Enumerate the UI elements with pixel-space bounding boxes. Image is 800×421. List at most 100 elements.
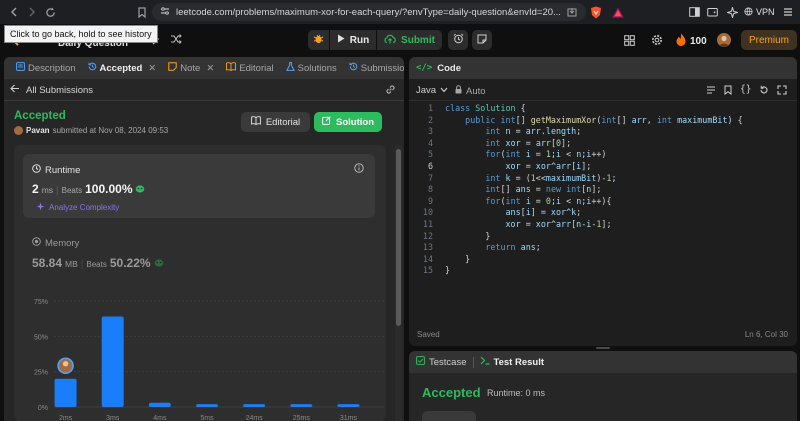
coins-counter[interactable]: 100 — [676, 33, 707, 49]
chart-bar[interactable] — [243, 404, 266, 407]
brave-shield-icon[interactable] — [586, 2, 606, 22]
back-icon[interactable] — [4, 2, 24, 22]
wallet-icon[interactable] — [702, 2, 722, 22]
shuffle-icon[interactable] — [170, 33, 184, 47]
tab-accepted[interactable]: Accepted ✕ — [82, 57, 163, 79]
format-lines-icon[interactable] — [706, 85, 716, 98]
info-icon[interactable] — [354, 163, 364, 176]
brave-rewards-icon[interactable] — [608, 2, 628, 22]
tab-testcase[interactable]: Testcase — [416, 356, 467, 368]
run-button[interactable]: Run — [330, 30, 376, 50]
user-avatar[interactable] — [717, 33, 731, 47]
line-number: 10 — [422, 207, 433, 218]
memory-beats-label: Beats — [86, 260, 107, 269]
chart-bar[interactable] — [148, 402, 171, 407]
editorial-button[interactable]: Editorial — [241, 112, 310, 132]
line-code: int k = (1<<maximumBit)-1; — [485, 172, 617, 183]
all-submissions-link[interactable]: All Submissions — [10, 84, 93, 96]
code-area[interactable]: 1 class Solution {2 public int[] getMaxim… — [409, 103, 797, 283]
tab-solutions[interactable]: Solutions — [280, 57, 343, 79]
left-tab-bar: Description Accepted ✕ Note ✕ Editorial … — [4, 57, 404, 79]
chevron-down-icon — [440, 85, 448, 96]
language-select[interactable]: Java — [416, 85, 448, 96]
testcase-case-pill[interactable] — [422, 411, 476, 421]
reload-icon[interactable] — [40, 2, 60, 22]
runtime-beats: 100.00% — [85, 182, 133, 196]
line-code: int xor = arr[0]; — [485, 137, 572, 148]
edit-pencil-icon — [322, 116, 331, 128]
line-code: for(int i = 1;i < n;i++) — [485, 149, 607, 160]
fullscreen-icon[interactable] — [777, 85, 788, 98]
line-code: } — [445, 253, 471, 264]
debug-button[interactable] — [308, 30, 329, 50]
settings-gear-icon[interactable] — [651, 34, 663, 49]
line-number: 5 — [427, 149, 433, 160]
chart-bar[interactable] — [290, 404, 313, 407]
curly-braces-icon[interactable]: {} — [740, 85, 751, 98]
forward-icon[interactable] — [22, 2, 42, 22]
install-app-icon[interactable] — [562, 2, 582, 22]
scrollbar-thumb[interactable] — [396, 149, 401, 326]
line-number: 1 — [427, 103, 433, 113]
line-number: 3 — [427, 126, 433, 137]
browser-toolbar: leetcode.com/problems/maximum-xor-for-ea… — [0, 0, 800, 24]
sidebar-icon[interactable] — [684, 2, 704, 22]
notes-button[interactable] — [472, 30, 492, 50]
timer-button[interactable] — [448, 30, 468, 50]
memory-header[interactable]: Memory — [32, 237, 79, 249]
tab-submissions[interactable]: Submissions — [343, 57, 404, 79]
note-icon — [477, 34, 487, 47]
share-link-icon[interactable] — [385, 84, 396, 98]
runtime-value: 2 — [32, 182, 39, 196]
back-button-tooltip: Click to go back, hold to see history — [4, 25, 158, 43]
submitter-name[interactable]: Pavan — [26, 126, 50, 135]
site-info-icon[interactable] — [160, 6, 170, 19]
leo-ai-icon[interactable] — [722, 2, 742, 22]
y-tick-label: 0% — [38, 405, 48, 412]
reset-icon[interactable] — [759, 85, 769, 98]
line-code: } — [445, 265, 451, 276]
address-bar[interactable]: leetcode.com/problems/maximum-xor-for-ea… — [152, 3, 586, 21]
menu-icon[interactable] — [778, 2, 798, 22]
line-code: int n = arr.length; — [485, 126, 582, 137]
cursor-position: Ln 6, Col 30 — [744, 330, 788, 339]
auto-mode-toggle[interactable]: Auto — [455, 85, 486, 97]
solution-button[interactable]: Solution — [314, 112, 382, 132]
line-code: int[] ans = new int[n]; — [485, 184, 602, 195]
tab-description[interactable]: Description — [10, 57, 82, 79]
cloud-upload-icon — [384, 34, 396, 47]
panel-resize-handle[interactable] — [596, 347, 610, 349]
tab-note[interactable]: Note ✕ — [162, 57, 220, 79]
vpn-button[interactable]: VPN — [744, 5, 775, 19]
bookmark-icon[interactable] — [132, 2, 152, 22]
memory-unit: MB — [65, 259, 78, 269]
url-text: leetcode.com/problems/maximum-xor-for-ea… — [176, 6, 561, 18]
bookmark-outline-icon[interactable] — [724, 85, 732, 98]
save-status: Saved — [417, 330, 440, 339]
layout-grid-icon[interactable] — [624, 35, 635, 49]
line-number: 6 — [427, 161, 433, 171]
submission-panel: Description Accepted ✕ Note ✕ Editorial … — [4, 57, 404, 421]
close-tab-icon[interactable]: ✕ — [148, 63, 156, 74]
runtime-distribution-chart[interactable]: 75% 50% 25% 0% 2ms 3ms 4ms 5ms 24ms 25ms 31ms — [4, 287, 396, 421]
tab-test-result[interactable]: Test Result — [480, 356, 544, 368]
code-header: </> Code — [409, 57, 797, 79]
chart-bar[interactable] — [337, 404, 360, 407]
chart-bar[interactable] — [196, 404, 218, 407]
line-number: 11 — [422, 219, 433, 229]
checkbox-icon — [416, 356, 425, 368]
premium-button[interactable]: Premium — [741, 30, 797, 50]
close-tab-icon[interactable]: ✕ — [206, 63, 214, 74]
analyze-complexity-link[interactable]: Analyze Complexity — [36, 202, 119, 213]
lock-icon — [455, 85, 462, 97]
submit-button[interactable]: Submit — [377, 30, 442, 50]
my-submission-avatar-face — [62, 361, 69, 367]
chart-bar[interactable] — [54, 378, 77, 407]
note-tab-icon — [168, 62, 177, 74]
tab-editorial[interactable]: Editorial — [220, 57, 279, 79]
submission-meta: Pavan submitted at Nov 08, 2024 09:53 — [14, 126, 168, 135]
chart-bar[interactable] — [101, 316, 124, 407]
x-tick-label: 2ms — [59, 415, 73, 421]
description-icon — [16, 62, 25, 74]
fire-icon — [676, 33, 686, 49]
